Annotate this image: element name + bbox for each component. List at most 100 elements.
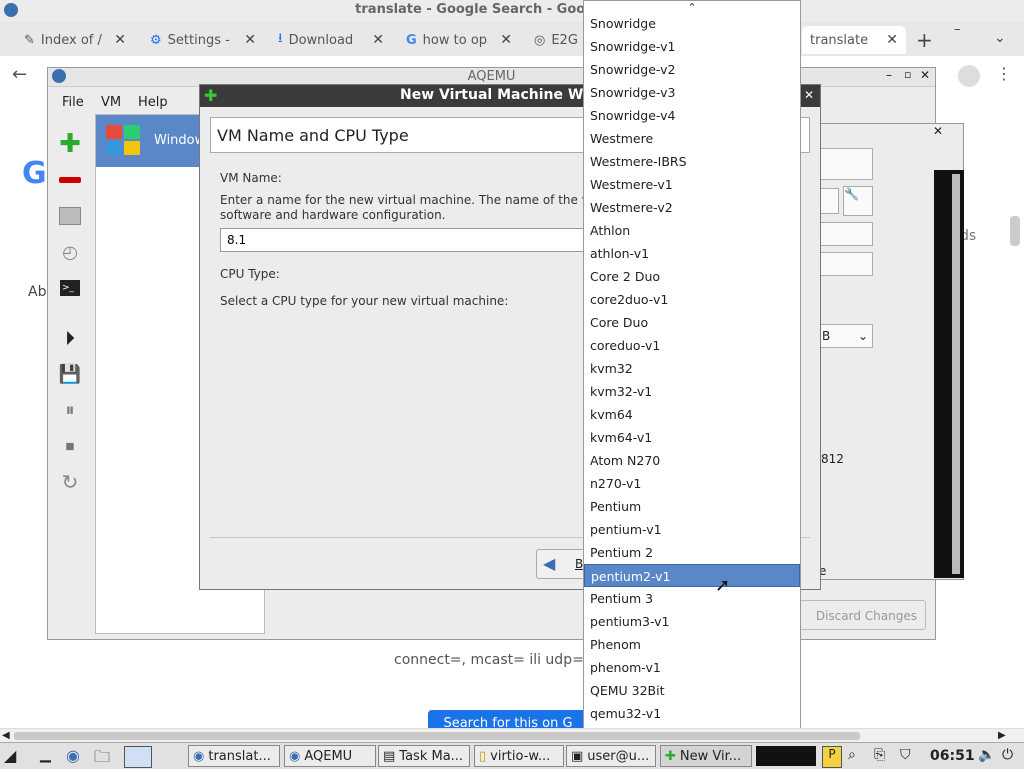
task-chrome[interactable]: ◉ translat...	[188, 745, 280, 767]
hard-disk-icon[interactable]	[58, 204, 82, 228]
menu-vm[interactable]: VM	[101, 95, 121, 110]
tab-translate[interactable]: translate ✕	[802, 26, 906, 54]
close-icon[interactable]: ✕	[804, 88, 814, 102]
scroll-left-icon[interactable]: ◀	[2, 730, 10, 741]
tab-settings[interactable]: ⚙ Settings - ✕	[142, 26, 264, 54]
memory-unit-combo[interactable]: B ⌄	[819, 324, 873, 348]
horizontal-scrollbar[interactable]: ◀ ▶	[0, 728, 1024, 743]
search-icon[interactable]: ⌕	[848, 747, 856, 763]
cpu-option[interactable]: Snowridge-v3	[584, 81, 800, 104]
cpu-option[interactable]: core2duo-v1	[584, 288, 800, 311]
cpu-option[interactable]: phenom-v1	[584, 656, 800, 679]
cpu-option[interactable]: Athlon	[584, 219, 800, 242]
file-manager-icon[interactable]: 🗀	[94, 746, 110, 773]
cpu-option[interactable]: Pentium 3	[584, 587, 800, 610]
tab-index-of[interactable]: ✎ Index of / ✕	[16, 26, 134, 54]
tab-how-to[interactable]: G how to op ✕	[398, 26, 520, 54]
tab-close-icon[interactable]: ✕	[244, 32, 256, 48]
back-arrow-icon[interactable]: ←	[12, 64, 27, 85]
scrollbar-thumb[interactable]	[14, 732, 860, 740]
cpu-option[interactable]: kvm32-v1	[584, 380, 800, 403]
settings-combo[interactable]	[819, 252, 873, 276]
cpu-type-dropdown-list[interactable]: ⌃ Snowridge Snowridge-v1 Snowridge-v2 Snowr…	[583, 0, 801, 744]
pause-icon[interactable]: ⏸	[58, 398, 82, 422]
tray-app-icon[interactable]: P	[822, 746, 842, 768]
scroll-right-icon[interactable]: ▶	[998, 730, 1006, 741]
start-menu-icon[interactable]: ◢	[4, 746, 16, 765]
remove-vm-icon[interactable]	[58, 168, 82, 192]
tab-close-icon[interactable]: ✕	[372, 32, 384, 48]
tools-icon[interactable]: 🔧	[843, 186, 873, 216]
download-icon: ⭳	[278, 31, 283, 46]
minimize-all-icon[interactable]: ▁	[40, 747, 51, 763]
cpu-option[interactable]: Pentium	[584, 495, 800, 518]
profile-avatar[interactable]	[958, 65, 980, 87]
cpu-option[interactable]: coreduo-v1	[584, 334, 800, 357]
cpu-option[interactable]: athlon-v1	[584, 242, 800, 265]
task-task-manager[interactable]: ▤ Task Ma...	[378, 745, 470, 767]
vm-name-input[interactable]	[220, 228, 590, 252]
menu-dots-icon[interactable]: ⋮	[996, 64, 1012, 83]
settings-combo[interactable]	[819, 222, 873, 246]
browser-launcher-icon[interactable]: ◉	[66, 746, 80, 765]
scrollbar[interactable]	[952, 174, 960, 574]
minimize-icon[interactable]: –	[886, 68, 892, 82]
cpu-option[interactable]: QEMU 32Bit	[584, 679, 800, 702]
cpu-option[interactable]: Phenom	[584, 633, 800, 656]
cpu-option[interactable]: Snowridge-v1	[584, 35, 800, 58]
cpu-option[interactable]: Core Duo	[584, 311, 800, 334]
tab-e2g[interactable]: ◎ E2G	[526, 26, 586, 54]
cpu-option[interactable]: Pentium 2	[584, 541, 800, 564]
play-icon[interactable]: ⏵	[58, 326, 82, 350]
cpu-option[interactable]: pentium2-v1	[584, 564, 800, 587]
minimize-icon[interactable]: –	[954, 22, 961, 37]
maximize-icon[interactable]: ▫	[904, 68, 911, 81]
tab-download[interactable]: ⭳ Download ✕	[270, 26, 392, 54]
cpu-option[interactable]: Snowridge-v2	[584, 58, 800, 81]
task-virtio[interactable]: ▯ virtio-w...	[474, 745, 564, 767]
cpu-option[interactable]: Westmere	[584, 127, 800, 150]
settings-spinner[interactable]	[819, 188, 839, 214]
close-icon[interactable]: ✕	[933, 124, 943, 138]
task-aqemu[interactable]: ◉ AQEMU	[284, 745, 376, 767]
settings-field[interactable]	[819, 148, 873, 180]
value-text: 812	[821, 452, 844, 466]
tab-close-icon[interactable]: ✕	[114, 32, 126, 48]
cpu-option[interactable]: n270-v1	[584, 472, 800, 495]
task-terminal[interactable]: ▣ user@u...	[566, 745, 656, 767]
cpu-option[interactable]: kvm32	[584, 357, 800, 380]
cpu-option[interactable]: Snowridge	[584, 12, 800, 35]
terminal-icon[interactable]: >_	[58, 276, 82, 300]
save-icon[interactable]: 💾	[58, 362, 82, 386]
cpu-option[interactable]: qemu32-v1	[584, 702, 800, 725]
new-tab-button[interactable]: +	[916, 28, 933, 52]
menu-file[interactable]: File	[62, 95, 84, 110]
close-icon[interactable]: ✕	[920, 68, 930, 82]
page-scrollbar-thumb[interactable]	[1010, 216, 1020, 246]
cpu-option[interactable]: Westmere-v2	[584, 196, 800, 219]
cpu-option[interactable]: kvm64-v1	[584, 426, 800, 449]
cpu-option[interactable]: pentium3-v1	[584, 610, 800, 633]
add-vm-icon[interactable]: ✚	[58, 129, 82, 159]
cpu-option[interactable]: pentium-v1	[584, 518, 800, 541]
tab-close-icon[interactable]: ✕	[500, 32, 512, 48]
power-icon[interactable]: ⏻	[1002, 747, 1013, 763]
clipboard-icon[interactable]: ⎘	[874, 747, 885, 763]
network-icon[interactable]: ⛉	[900, 747, 911, 763]
cpu-option[interactable]: kvm64	[584, 403, 800, 426]
cpu-option[interactable]: Core 2 Duo	[584, 265, 800, 288]
cpu-option[interactable]: Snowridge-v4	[584, 104, 800, 127]
clock-icon[interactable]: ◴	[58, 240, 82, 264]
desktop-icon[interactable]	[124, 746, 152, 768]
cpu-option[interactable]: Atom N270	[584, 449, 800, 472]
refresh-icon[interactable]: ↻	[58, 470, 82, 494]
discard-changes-button[interactable]: Discard Changes	[796, 600, 926, 630]
tab-close-icon[interactable]: ✕	[886, 32, 898, 48]
cpu-option[interactable]: Westmere-IBRS	[584, 150, 800, 173]
task-new-vm-wizard[interactable]: ✚ New Vir...	[660, 745, 752, 767]
chevron-down-icon[interactable]: ⌄	[994, 30, 1006, 46]
volume-icon[interactable]: 🔈	[978, 747, 995, 763]
cpu-option[interactable]: Westmere-v1	[584, 173, 800, 196]
stop-icon[interactable]: ⏹	[58, 434, 82, 458]
menu-help[interactable]: Help	[138, 95, 168, 110]
